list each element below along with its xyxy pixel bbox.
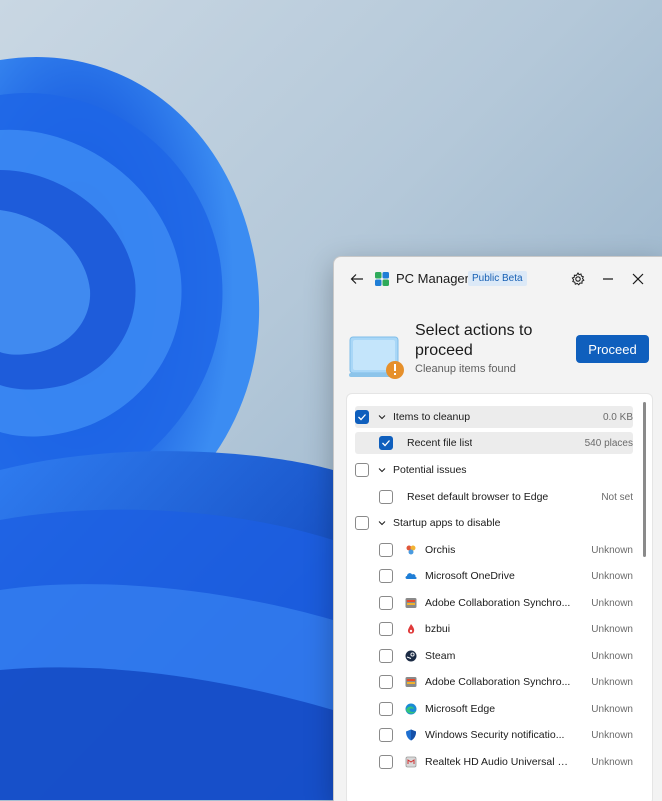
group-label: Items to cleanup [393,411,471,423]
app-status: Unknown [591,570,633,582]
chevron-down-icon[interactable] [375,410,389,424]
pc-manager-logo-icon [374,271,390,287]
group-label: Startup apps to disable [393,517,501,529]
app-status: Unknown [591,756,633,768]
app-checkbox[interactable] [379,649,393,663]
header-area: Select actions to proceed Cleanup items … [334,317,662,379]
public-beta-badge: Public Beta [468,271,527,286]
bzbui-icon [405,623,417,635]
startup-app-row[interactable]: Microsoft Edge Unknown [355,698,633,720]
page-subtitle: Cleanup items found [415,363,516,375]
proceed-button[interactable]: Proceed [576,335,649,363]
onedrive-icon [405,570,417,582]
startup-apps-checkbox[interactable] [355,516,369,530]
app-checkbox[interactable] [379,675,393,689]
group-items-to-cleanup[interactable]: Items to cleanup 0.0 KB [355,406,633,428]
startup-app-row[interactable]: Steam Unknown [355,645,633,667]
app-status: Unknown [591,597,633,609]
app-title: PC Manager [396,271,469,286]
recent-file-list-checkbox[interactable] [379,436,393,450]
reset-browser-checkbox[interactable] [379,490,393,504]
app-status: Unknown [591,650,633,662]
orchis-icon [405,544,417,556]
cleanup-checkbox[interactable] [355,410,369,424]
app-checkbox[interactable] [379,596,393,610]
item-label: Reset default browser to Edge [407,491,549,503]
app-checkbox[interactable] [379,755,393,769]
edge-icon [405,703,417,715]
startup-app-row[interactable]: Realtek HD Audio Universal S... Unknown [355,751,633,773]
startup-app-row[interactable]: Windows Security notificatio... Unknown [355,724,633,746]
list-scrollbar[interactable] [643,402,646,557]
steam-icon [405,650,417,662]
app-status: Unknown [591,703,633,715]
startup-app-row[interactable]: Adobe Collaboration Synchro... Unknown [355,592,633,614]
app-name: Microsoft Edge [425,703,496,715]
app-name: Windows Security notificatio... [425,729,565,741]
startup-app-row[interactable]: Microsoft OneDrive Unknown [355,565,633,587]
app-name: Realtek HD Audio Universal S... [425,756,573,768]
group-label: Potential issues [393,464,467,476]
app-name: Steam [425,650,456,662]
close-icon[interactable] [627,268,649,290]
startup-app-row[interactable]: bzbui Unknown [355,618,633,640]
realtek-icon [405,756,417,768]
startup-app-row[interactable]: Orchis Unknown [355,539,633,561]
app-checkbox[interactable] [379,622,393,636]
chevron-down-icon[interactable] [375,516,389,530]
app-status: Unknown [591,729,633,741]
gear-icon[interactable] [567,268,589,290]
back-arrow-icon[interactable] [346,268,368,290]
shield-icon [405,729,417,741]
item-value: 540 places [584,437,633,449]
potential-issues-checkbox[interactable] [355,463,369,477]
app-status: Unknown [591,676,633,688]
page-title: Select actions to proceed [415,322,533,359]
startup-app-row[interactable]: Adobe Collaboration Synchro... Unknown [355,671,633,693]
app-checkbox[interactable] [379,569,393,583]
laptop-warning-icon [349,327,407,383]
app-name: bzbui [425,623,451,635]
adobe-icon [405,597,417,609]
item-recent-file-list[interactable]: Recent file list 540 places [355,432,633,454]
adobe-icon [405,676,417,688]
app-status: Unknown [591,544,633,556]
chevron-down-icon[interactable] [375,463,389,477]
app-name: Adobe Collaboration Synchro... [425,597,571,609]
app-name: Adobe Collaboration Synchro... [425,676,571,688]
cleanup-list: Items to cleanup 0.0 KB Recent file list… [346,393,653,801]
app-checkbox[interactable] [379,728,393,742]
group-size: 0.0 KB [602,411,633,423]
app-name: Orchis [425,544,456,556]
item-value: Not set [601,491,633,503]
app-checkbox[interactable] [379,702,393,716]
app-status: Unknown [591,623,633,635]
title-bar: PC Manager Public Beta [334,257,662,301]
app-checkbox[interactable] [379,543,393,557]
app-name: Microsoft OneDrive [425,570,515,582]
pc-manager-window: PC Manager Public Beta Select actions to… [333,256,662,801]
group-startup-apps[interactable]: Startup apps to disable [355,512,633,534]
minimize-icon[interactable] [597,268,619,290]
item-label: Recent file list [407,437,473,449]
item-reset-default-browser[interactable]: Reset default browser to Edge Not set [355,486,633,508]
group-potential-issues[interactable]: Potential issues [355,459,633,481]
